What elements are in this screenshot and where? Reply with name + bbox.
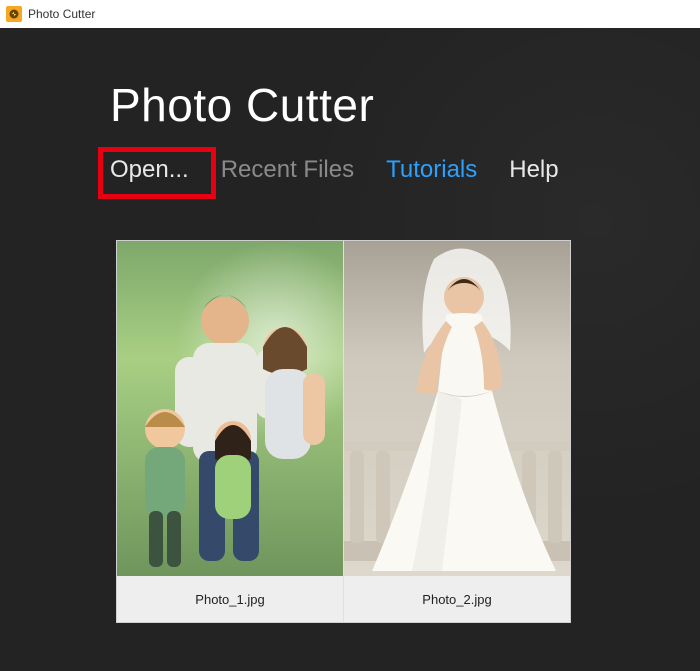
nav-open[interactable]: Open... [110,156,189,184]
title-bar: Photo Cutter [0,0,700,28]
thumbnail-image [117,241,343,576]
window-title: Photo Cutter [28,7,95,21]
page-title: Photo Cutter [110,78,374,132]
main-nav: Open... Recent Files Tutorials Help [110,156,559,184]
thumbnail-item[interactable]: Photo_1.jpg [117,241,343,622]
nav-help[interactable]: Help [509,156,558,184]
recent-gallery: Photo_1.jpg [116,240,571,623]
thumbnail-image [344,241,570,576]
thumbnail-caption: Photo_1.jpg [117,576,343,622]
app-window: Photo Cutter Photo Cutter Open... Recent… [0,0,700,671]
nav-recent[interactable]: Recent Files [221,156,354,184]
app-icon [6,6,22,22]
client-area: Photo Cutter Open... Recent Files Tutori… [0,28,700,671]
thumbnail-caption: Photo_2.jpg [344,576,570,622]
nav-tutorials[interactable]: Tutorials [386,156,477,184]
thumbnail-item[interactable]: Photo_2.jpg [343,241,570,622]
